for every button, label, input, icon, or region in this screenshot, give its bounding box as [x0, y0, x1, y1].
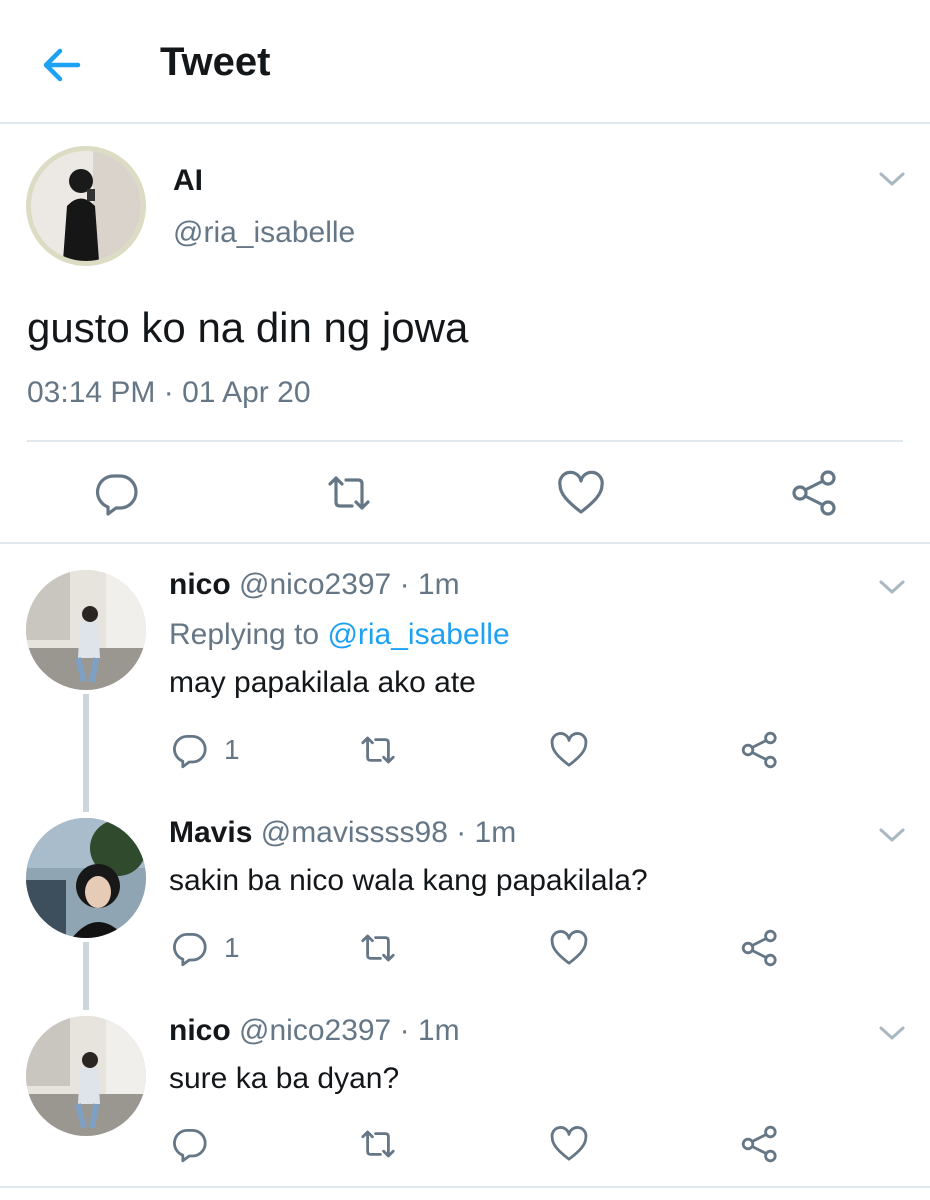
author-handle[interactable]: @ria_isabelle: [173, 216, 355, 250]
share-icon: [792, 470, 836, 516]
replying-to: Replying to @ria_isabelle: [169, 618, 510, 652]
tweet-menu-button[interactable]: [874, 160, 910, 196]
heart-icon: [550, 1126, 588, 1161]
reply-button[interactable]: [170, 928, 210, 968]
heart-icon: [550, 732, 588, 767]
replying-to-label: Replying to: [169, 618, 328, 651]
reply-tweet: nico @nico2397 · 1m sure ka ba dyan?: [0, 992, 930, 1186]
reply-button[interactable]: [92, 468, 142, 518]
reply-icon: [173, 1128, 207, 1163]
tweet-menu-button[interactable]: [874, 816, 910, 852]
avatar[interactable]: [26, 818, 146, 938]
avatar[interactable]: [26, 570, 146, 690]
chevron-down-icon: [879, 172, 905, 186]
reply-count: 1: [224, 734, 240, 765]
reply-text: sure ka ba dyan?: [169, 1062, 400, 1095]
reply-icon: [95, 474, 138, 516]
avatar-photo: [31, 151, 141, 261]
chevron-down-icon: [879, 580, 905, 594]
like-button[interactable]: [549, 1124, 589, 1164]
tweet-text: gusto ko na din ng jowa: [27, 304, 469, 351]
arrow-left-icon: [43, 48, 81, 82]
reply-icon: [173, 734, 207, 769]
reply-tweet: Mavis @mavissss98 · 1m sakin ba nico wal…: [0, 794, 930, 994]
like-button[interactable]: [556, 468, 606, 518]
page-title: Tweet: [160, 40, 271, 84]
heart-icon: [558, 470, 604, 514]
author-name[interactable]: AI: [173, 164, 203, 198]
share-icon: [741, 929, 777, 967]
share-button[interactable]: [740, 730, 780, 770]
retweet-button[interactable]: [358, 928, 398, 968]
avatar[interactable]: [26, 146, 146, 266]
like-button[interactable]: [549, 928, 589, 968]
avatar-photo: [26, 818, 146, 938]
retweet-icon: [361, 736, 395, 764]
reply-meta: @mavissss98 · 1m: [260, 816, 517, 849]
share-icon: [741, 731, 777, 769]
tweet-menu-button[interactable]: [874, 1014, 910, 1050]
main-tweet: AI @ria_isabelle gusto ko na din ng jowa…: [0, 124, 930, 544]
reply-author-name[interactable]: nico: [169, 568, 231, 601]
reply-text: may papakilala ako ate: [169, 666, 476, 699]
retweet-icon: [361, 1130, 395, 1158]
chevron-down-icon: [879, 1026, 905, 1040]
avatar[interactable]: [26, 1016, 146, 1136]
retweet-icon: [328, 476, 370, 510]
avatar-photo: [26, 570, 146, 690]
avatar-photo: [26, 1016, 146, 1136]
tweet-timestamp: 03:14 PM · 01 Apr 20: [27, 376, 311, 409]
divider: [0, 1186, 930, 1188]
heart-icon: [550, 930, 588, 965]
reply-author-name[interactable]: nico: [169, 1014, 231, 1047]
reply-button[interactable]: [170, 1124, 210, 1164]
reply-meta: @nico2397 · 1m: [239, 1014, 460, 1047]
share-button[interactable]: [790, 468, 840, 518]
reply-icon: [173, 932, 207, 967]
like-button[interactable]: [549, 730, 589, 770]
reply-tweet: nico @nico2397 · 1m Replying to @ria_isa…: [0, 546, 930, 790]
reply-meta: @nico2397 · 1m: [239, 568, 460, 601]
tweet-menu-button[interactable]: [874, 568, 910, 604]
divider: [27, 440, 903, 442]
retweet-icon: [361, 934, 395, 962]
mention-link[interactable]: @ria_isabelle: [327, 618, 509, 651]
share-button[interactable]: [740, 928, 780, 968]
chevron-down-icon: [879, 828, 905, 842]
reply-text: sakin ba nico wala kang papakilala?: [169, 864, 648, 897]
reply-button[interactable]: [170, 730, 210, 770]
retweet-button[interactable]: [358, 1124, 398, 1164]
retweet-button[interactable]: [358, 730, 398, 770]
reply-count: 1: [224, 932, 240, 963]
back-button[interactable]: [34, 38, 88, 92]
share-button[interactable]: [740, 1124, 780, 1164]
top-bar: Tweet: [0, 0, 930, 124]
reply-author-name[interactable]: Mavis: [169, 816, 252, 849]
share-icon: [741, 1125, 777, 1163]
retweet-button[interactable]: [324, 468, 374, 518]
